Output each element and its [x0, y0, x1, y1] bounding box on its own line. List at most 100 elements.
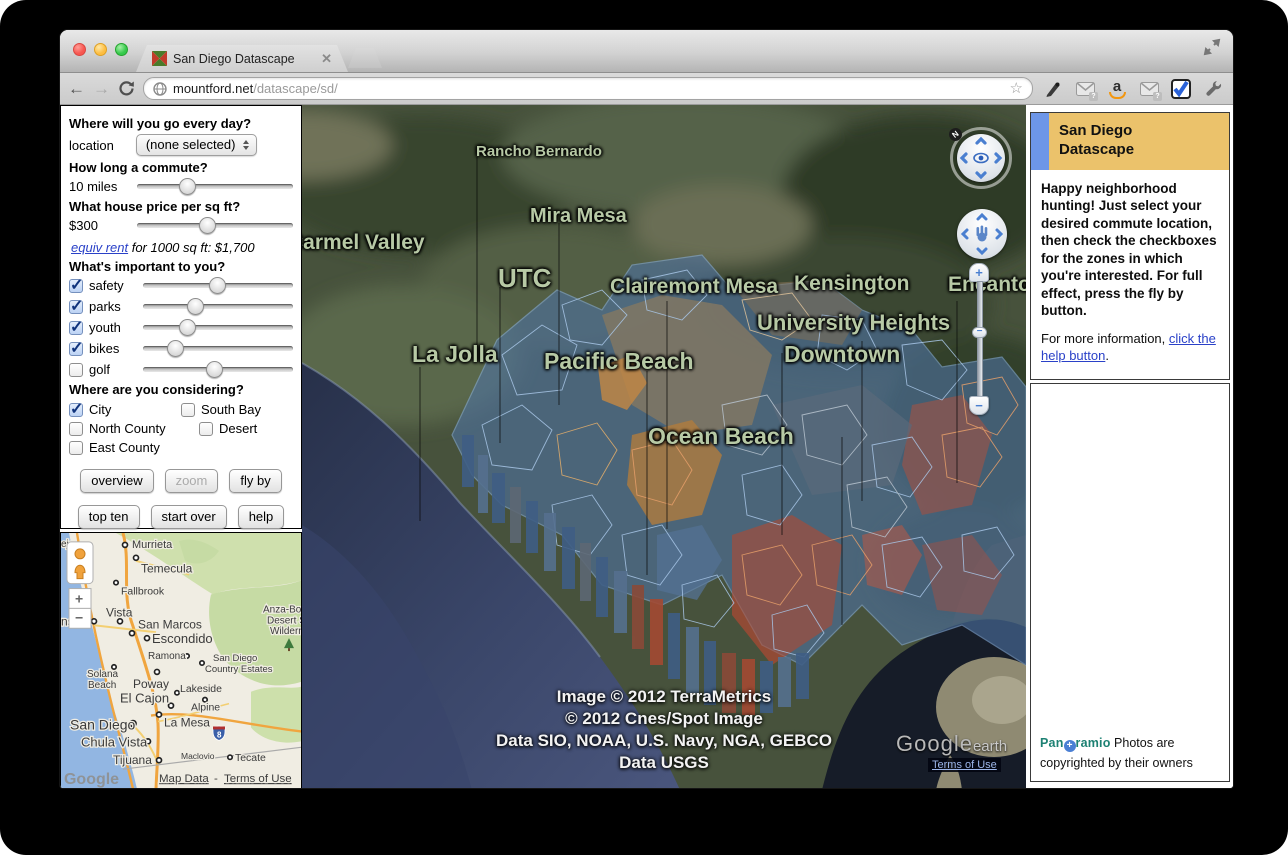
- checkbox-youth[interactable]: [69, 317, 83, 337]
- globe-icon: [153, 81, 167, 96]
- minimap-city-label: San Diego: [70, 717, 136, 733]
- amazon-extension-icon[interactable]: a: [1105, 78, 1129, 100]
- neighborhood-label: Mira Mesa: [530, 205, 627, 227]
- safety-slider-thumb[interactable]: [209, 277, 226, 294]
- new-tab-button[interactable]: [348, 48, 382, 68]
- browser-tab[interactable]: San Diego Datascape ✕: [136, 45, 348, 72]
- checkbox-extension-icon[interactable]: [1169, 78, 1193, 100]
- checkbox-south-bay[interactable]: [181, 402, 195, 417]
- price-slider[interactable]: [137, 217, 293, 234]
- minimize-window-button[interactable]: [94, 43, 107, 56]
- mail-extension-icon-2[interactable]: ?: [1137, 78, 1162, 101]
- minimap-map-data-link[interactable]: Map Data: [158, 772, 211, 786]
- bikes-slider-thumb[interactable]: [167, 340, 184, 357]
- checkbox-bikes[interactable]: [69, 338, 83, 358]
- zoom-out-button[interactable]: −: [969, 396, 989, 415]
- zoom-window-button[interactable]: [115, 43, 128, 56]
- screenshot-background: San Diego Datascape ✕ ← → mountford.net …: [0, 0, 1288, 855]
- pen-extension-icon[interactable]: [1041, 78, 1065, 100]
- flyby-button[interactable]: fly by: [229, 469, 282, 493]
- svg-text:-: -: [214, 773, 218, 785]
- svg-text:−: −: [75, 609, 83, 625]
- checkbox-city[interactable]: [69, 399, 83, 419]
- youth-slider[interactable]: [143, 319, 293, 336]
- minimap-region-label: Wilderne: [270, 626, 301, 637]
- commute-slider[interactable]: [137, 178, 293, 195]
- sidebar-more-info: For more information, click the help but…: [1041, 330, 1216, 364]
- url-bar[interactable]: mountford.net /datascape/sd/ ☆: [143, 77, 1033, 100]
- terms-of-use-link[interactable]: Terms of Use: [928, 758, 1001, 772]
- safety-slider[interactable]: [143, 277, 293, 294]
- price-slider-thumb[interactable]: [199, 217, 216, 234]
- minimap-city-label: Alpine: [191, 703, 220, 714]
- golf-label: golf: [89, 362, 110, 377]
- zoom-button[interactable]: zoom: [164, 469, 219, 493]
- google-earth-logo: Googleearth: [896, 731, 1008, 756]
- wrench-menu-icon[interactable]: [1201, 78, 1225, 100]
- info-box: San Diego Datascape Happy neighborhood h…: [1030, 112, 1230, 380]
- zone-east-county[interactable]: East County: [69, 440, 199, 455]
- sidebar-header: San Diego Datascape: [1031, 113, 1229, 170]
- golf-slider[interactable]: [143, 361, 293, 378]
- sidebar-title: San Diego Datascape: [1059, 122, 1135, 158]
- commute-slider-thumb[interactable]: [179, 178, 196, 195]
- safety-label: safety: [89, 278, 124, 293]
- neighborhood-label: Ocean Beach: [648, 423, 794, 449]
- zone-city[interactable]: City: [69, 399, 181, 419]
- minimap-city-label: La Mesa: [164, 716, 210, 730]
- checkbox-safety[interactable]: [69, 275, 83, 295]
- zone-north-county[interactable]: North County: [69, 421, 199, 436]
- overview-button[interactable]: overview: [80, 469, 154, 493]
- minimap-city-label: El Cajon: [120, 691, 169, 706]
- fullscreen-icon[interactable]: [1203, 38, 1221, 56]
- minimap-pegman-control[interactable]: [66, 541, 94, 585]
- zone-checkboxes: City South Bay North County Desert East …: [69, 399, 293, 457]
- reload-button[interactable]: [118, 80, 135, 97]
- minimap-terms-link[interactable]: Terms of Use: [223, 772, 293, 786]
- question-price: What house price per sq ft?: [69, 199, 241, 214]
- header-blue-stripe: [1031, 113, 1049, 170]
- look-joystick[interactable]: N: [946, 125, 1012, 189]
- minimap-region-label: Anza-Bor: [263, 604, 301, 615]
- mail-extension-icon-1[interactable]: ?: [1073, 78, 1098, 101]
- checkbox-parks[interactable]: [69, 296, 83, 316]
- minimap-city-label: Maclovio: [181, 751, 215, 761]
- golf-slider-thumb[interactable]: [206, 361, 223, 378]
- youth-slider-thumb[interactable]: [179, 319, 196, 336]
- question-commute: How long a commute?: [69, 160, 208, 175]
- topten-button[interactable]: top ten: [77, 505, 140, 529]
- tab-close-icon[interactable]: ✕: [321, 51, 332, 67]
- zoom-slider-handle[interactable]: −: [972, 327, 987, 338]
- close-window-button[interactable]: [73, 43, 86, 56]
- move-joystick[interactable]: [957, 209, 1007, 259]
- zoom-in-button[interactable]: +: [969, 263, 989, 282]
- checkbox-east-county[interactable]: [69, 440, 83, 455]
- minimap-city-label: Ramona: [148, 651, 186, 662]
- minimap-zoom-out-button[interactable]: −: [68, 607, 92, 629]
- checkbox-north-county[interactable]: [69, 421, 83, 436]
- minimap-zoom-in-button[interactable]: +: [68, 588, 92, 609]
- eye-icon: [978, 155, 984, 161]
- forward-button[interactable]: →: [93, 80, 110, 97]
- panoramio-logo: Pan: [1040, 736, 1064, 750]
- zoom-slider[interactable]: + − −: [969, 263, 989, 415]
- zone-desert[interactable]: Desert: [199, 421, 293, 436]
- zone-south-bay[interactable]: South Bay: [181, 402, 293, 417]
- bookmark-star-icon[interactable]: ☆: [1010, 81, 1023, 96]
- overview-minimap[interactable]: Murrieta Temecula Fallbrook Vista nside …: [60, 532, 302, 788]
- location-select[interactable]: (none selected): [135, 134, 258, 156]
- parks-slider-thumb[interactable]: [187, 298, 204, 315]
- parks-slider[interactable]: [143, 298, 293, 315]
- help-button[interactable]: help: [237, 505, 285, 529]
- checkbox-desert[interactable]: [199, 421, 213, 436]
- minimap-canvas[interactable]: Murrieta Temecula Fallbrook Vista nside …: [61, 533, 301, 788]
- zoom-track[interactable]: [977, 281, 983, 399]
- startover-button[interactable]: start over: [150, 505, 227, 529]
- checkbox-golf[interactable]: [69, 362, 83, 377]
- earth-3d-view[interactable]: Rancho Bernardo Mira Mesa Carmel Valley …: [302, 105, 1026, 788]
- equiv-rent-link[interactable]: equiv rent: [71, 240, 128, 255]
- back-button[interactable]: ←: [68, 80, 85, 97]
- imagery-attribution: Image © 2012 TerraMetrics © 2012 Cnes/Sp…: [496, 687, 832, 773]
- panoramio-circle-icon: +: [1063, 740, 1076, 752]
- bikes-slider[interactable]: [143, 340, 293, 357]
